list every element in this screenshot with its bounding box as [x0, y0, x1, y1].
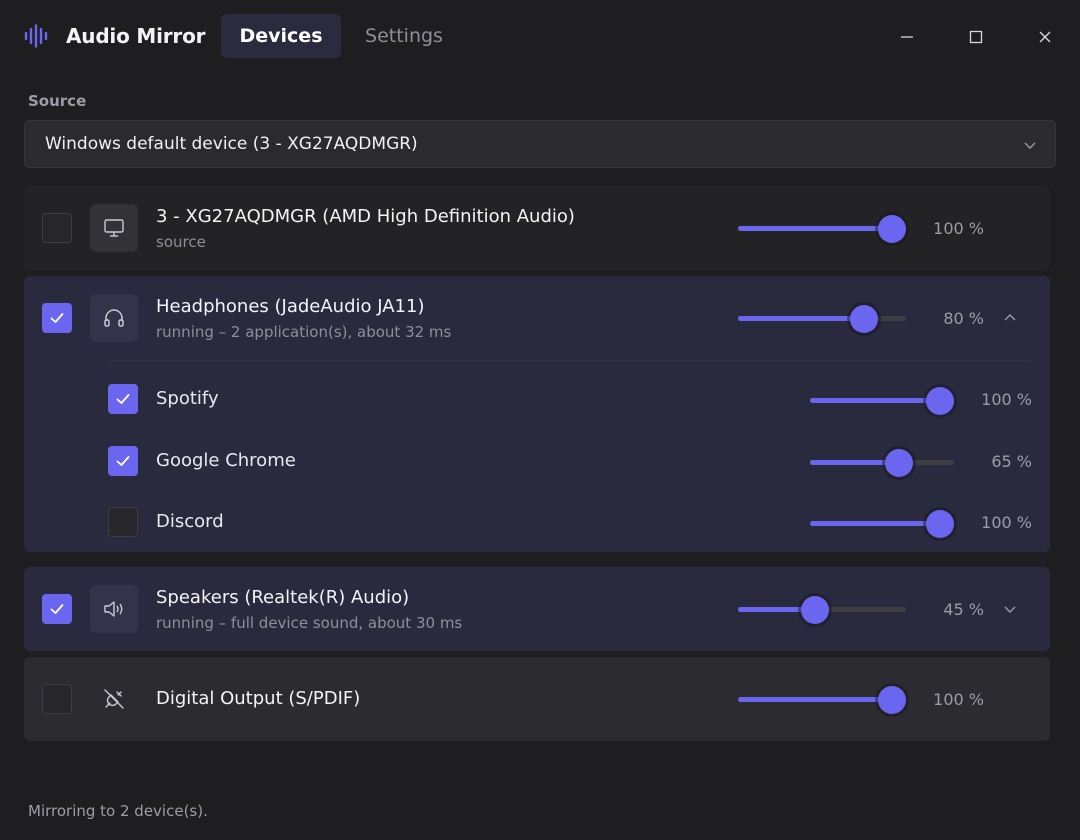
footer-status: Mirroring to 2 device(s). — [28, 802, 208, 820]
slider-fill — [738, 226, 892, 231]
chevron-down-icon — [1024, 142, 1036, 149]
app-volume-percent: 65 % — [991, 452, 1032, 471]
speaker-icon — [104, 601, 123, 617]
app-volume-percent: 100 % — [981, 513, 1032, 532]
app-name: Spotify — [156, 388, 219, 409]
device-checkbox[interactable] — [42, 684, 72, 714]
headphones-icon — [104, 309, 124, 327]
source-label: Source — [28, 92, 87, 110]
source-dropdown[interactable]: Windows default device (3 - XG27AQDMGR) — [24, 120, 1056, 168]
volume-percent: 45 % — [943, 600, 984, 619]
app-row-chrome: Google Chrome 65 % — [24, 431, 1050, 491]
tab-settings-label: Settings — [365, 25, 443, 47]
check-icon — [116, 456, 130, 466]
volume-slider[interactable] — [738, 596, 906, 624]
chevron-up-icon[interactable] — [1003, 311, 1017, 325]
sound-wave-icon — [24, 24, 48, 48]
slider-fill — [738, 316, 864, 321]
device-icon-box — [90, 294, 138, 342]
app-checkbox[interactable] — [108, 446, 138, 476]
app-volume-percent: 100 % — [981, 390, 1032, 409]
device-status: running – 2 application(s), about 32 ms — [156, 323, 452, 341]
device-name: Speakers (Realtek(R) Audio) — [156, 587, 410, 608]
device-checkbox[interactable] — [42, 594, 72, 624]
app-volume-slider[interactable] — [810, 510, 954, 538]
maximize-icon — [969, 30, 983, 44]
check-icon — [50, 604, 64, 614]
app-checkbox[interactable] — [108, 507, 138, 537]
volume-slider[interactable] — [738, 215, 906, 243]
slider-fill — [810, 398, 940, 403]
slider-thumb[interactable] — [878, 215, 906, 243]
volume-slider[interactable] — [738, 305, 906, 333]
tab-devices-label: Devices — [239, 25, 323, 47]
app-volume-slider[interactable] — [810, 387, 954, 415]
device-name: Headphones (JadeAudio JA11) — [156, 296, 425, 317]
chevron-down-icon[interactable] — [1003, 602, 1017, 616]
slider-fill — [738, 697, 892, 702]
app-row-spotify: Spotify 100 % — [24, 369, 1050, 429]
slider-thumb[interactable] — [801, 596, 829, 624]
maximize-button[interactable] — [959, 21, 993, 53]
device-name: Digital Output (S/PDIF) — [156, 688, 361, 709]
tab-settings[interactable]: Settings — [346, 14, 462, 58]
close-icon — [1039, 31, 1051, 43]
volume-percent: 80 % — [943, 309, 984, 328]
volume-slider[interactable] — [738, 686, 906, 714]
device-checkbox[interactable] — [42, 303, 72, 333]
device-status: running – full device sound, about 30 ms — [156, 614, 463, 632]
slider-thumb[interactable] — [885, 449, 913, 477]
tab-devices[interactable]: Devices — [221, 14, 341, 58]
device-checkbox[interactable] — [42, 213, 72, 243]
slider-thumb[interactable] — [926, 387, 954, 415]
device-status: source — [156, 233, 206, 251]
device-card-monitor: 3 - XG27AQDMGR (AMD High Definition Audi… — [24, 186, 1050, 270]
app-volume-slider[interactable] — [810, 449, 954, 477]
title-bar: Audio Mirror Devices Settings — [0, 0, 1080, 74]
minimize-button[interactable] — [890, 21, 924, 53]
device-card-headphones: Headphones (JadeAudio JA11) running – 2 … — [24, 276, 1050, 552]
volume-percent: 100 % — [933, 690, 984, 709]
app-name: Discord — [156, 511, 224, 532]
slider-fill — [810, 521, 940, 526]
device-icon-box — [90, 675, 138, 723]
minimize-icon — [901, 36, 913, 38]
device-icon-box — [90, 585, 138, 633]
check-icon — [50, 313, 64, 323]
check-icon — [116, 394, 130, 404]
app-row-discord: Discord 100 % — [24, 492, 1050, 552]
app-title: Audio Mirror — [66, 24, 206, 48]
slider-thumb[interactable] — [878, 686, 906, 714]
digital-output-icon — [104, 689, 124, 709]
device-card-speakers: Speakers (Realtek(R) Audio) running – fu… — [24, 567, 1050, 651]
device-icon-box — [90, 204, 138, 252]
slider-thumb[interactable] — [926, 510, 954, 538]
monitor-icon — [104, 219, 124, 237]
app-checkbox[interactable] — [108, 384, 138, 414]
slider-thumb[interactable] — [850, 305, 878, 333]
app-name: Google Chrome — [156, 450, 296, 471]
device-name: 3 - XG27AQDMGR (AMD High Definition Audi… — [156, 206, 575, 227]
source-selected-value: Windows default device (3 - XG27AQDMGR) — [45, 134, 418, 154]
device-card-digital-output: Digital Output (S/PDIF) 100 % — [24, 657, 1050, 741]
volume-percent: 100 % — [933, 219, 984, 238]
divider — [108, 360, 1030, 361]
close-button[interactable] — [1028, 21, 1062, 53]
